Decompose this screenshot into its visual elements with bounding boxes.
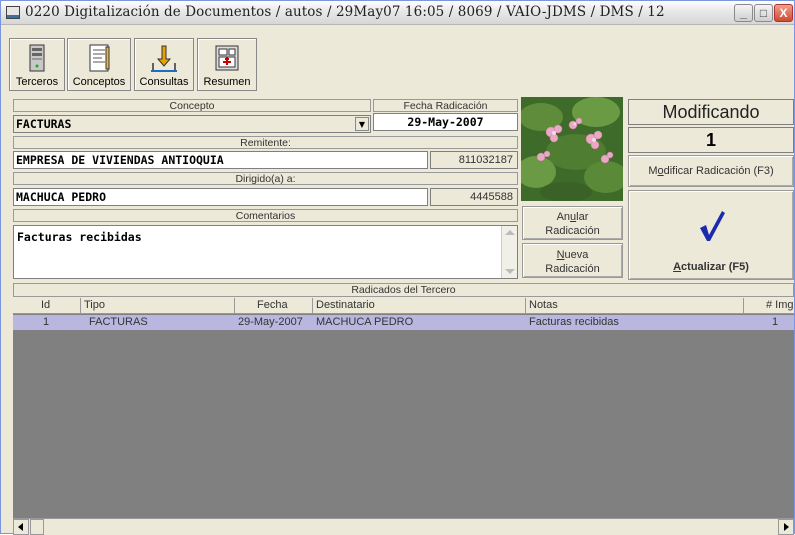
flower-image <box>521 97 623 201</box>
chevron-down-icon[interactable]: ▼ <box>355 117 369 131</box>
anular-post: lar <box>576 211 589 223</box>
anular-radicacion-button[interactable]: Anular Radicación <box>522 206 623 240</box>
concepto-select[interactable]: FACTURAS ▼ <box>13 115 371 133</box>
minimize-icon: _ <box>740 6 747 20</box>
cell-id: 1 <box>43 316 50 328</box>
anular-pre: An <box>556 211 571 223</box>
document-icon <box>89 44 110 72</box>
cell-notas: Facturas recibidas <box>529 316 619 328</box>
maximize-icon: □ <box>759 6 768 20</box>
comentarios-scrollbar[interactable] <box>501 226 517 278</box>
scroll-up-icon[interactable] <box>505 230 515 235</box>
toolbar-label-consultas: Consultas <box>139 76 189 88</box>
remitente-id: 811032187 <box>430 151 518 169</box>
actualizar-hotkey: A <box>673 261 682 273</box>
col-notas[interactable]: Notas <box>526 298 744 314</box>
window-title: 0220 Digitalización de Documentos / auto… <box>25 4 665 20</box>
close-icon: X <box>779 6 788 20</box>
modificar-radicacion-button[interactable]: Modificar Radicación (F3) <box>628 155 794 187</box>
cell-destinatario: MACHUCA PEDRO <box>316 316 414 328</box>
nueva-hotkey: N <box>556 249 565 261</box>
toolbar-label-terceros: Terceros <box>15 76 59 88</box>
radicados-grid[interactable]: Id Tipo Fecha Destinatario Notas # Img 1… <box>13 298 794 535</box>
scroll-right-icon[interactable] <box>778 519 794 535</box>
toolbar-button-conceptos[interactable]: Conceptos <box>67 38 131 91</box>
modificar-post: dificar Radicación (F3) <box>663 165 774 177</box>
table-row[interactable]: 1 FACTURAS 29-May-2007 MACHUCA PEDRO Fac… <box>13 315 794 330</box>
col-tipo[interactable]: Tipo <box>81 298 235 314</box>
anular-line2: Radicación <box>545 225 600 237</box>
scroll-left-icon[interactable] <box>13 519 29 535</box>
actualizar-button[interactable]: Actualizar (F5) <box>628 190 794 280</box>
fecha-header: Fecha Radicación <box>373 99 518 112</box>
server-icon <box>29 44 45 72</box>
main-window: 0220 Digitalización de Documentos / auto… <box>0 0 795 535</box>
remitente-header: Remitente: <box>13 136 518 149</box>
actualizar-label: Actualizar (F5) <box>629 261 793 273</box>
comentarios-value: Facturas recibidas <box>17 230 142 244</box>
status-count-value: 1 <box>705 130 716 150</box>
dirigido-id: 4445588 <box>430 188 518 206</box>
nueva-line2: Radicación <box>545 263 600 275</box>
cell-tipo: FACTURAS <box>89 316 148 328</box>
dirigido-header: Dirigido(a) a: <box>13 172 518 185</box>
col-destinatario[interactable]: Destinatario <box>313 298 526 314</box>
col-img[interactable]: # Img <box>744 298 794 314</box>
comentarios-textarea[interactable]: Facturas recibidas <box>13 225 518 279</box>
app-icon <box>6 6 20 19</box>
status-count: 1 <box>628 127 794 153</box>
toolbar-button-terceros[interactable]: Terceros <box>9 38 65 91</box>
col-fecha[interactable]: Fecha <box>235 298 313 314</box>
concepto-header: Concepto <box>13 99 371 112</box>
actualizar-post: ctualizar (F5) <box>681 261 749 273</box>
grid-header: Id Tipo Fecha Destinatario Notas # Img <box>13 298 794 314</box>
status-mode: Modificando <box>628 99 794 125</box>
nueva-post: ueva <box>564 249 589 261</box>
nueva-radicacion-button[interactable]: Nueva Radicación <box>522 243 623 278</box>
check-icon <box>700 211 725 241</box>
cell-img: 1 <box>772 316 779 328</box>
grid-title: Radicados del Tercero <box>13 283 794 297</box>
scroll-down-icon[interactable] <box>505 269 515 274</box>
comentarios-header: Comentarios <box>13 209 518 222</box>
fecha-field[interactable]: 29-May-2007 <box>373 113 518 131</box>
title-bar[interactable]: 0220 Digitalización de Documentos / auto… <box>1 1 794 25</box>
toolbar-label-conceptos: Conceptos <box>72 76 126 88</box>
toolbar-button-consultas[interactable]: Consultas <box>134 38 194 91</box>
dirigido-field[interactable]: MACHUCA PEDRO <box>13 188 428 206</box>
maximize-button[interactable]: □ <box>754 4 773 22</box>
horizontal-scrollbar[interactable] <box>13 518 794 535</box>
col-id[interactable]: Id <box>13 298 81 314</box>
inbox-icon <box>151 45 177 72</box>
close-button[interactable]: X <box>774 4 793 22</box>
remitente-field[interactable]: EMPRESA DE VIVIENDAS ANTIOQUIA <box>13 151 428 169</box>
toolbar-button-resumen[interactable]: Resumen <box>197 38 257 91</box>
minimize-button[interactable]: _ <box>734 4 753 22</box>
cell-fecha: 29-May-2007 <box>238 316 303 328</box>
scroll-thumb[interactable] <box>30 519 44 535</box>
toolbar-label-resumen: Resumen <box>203 76 251 88</box>
calculator-icon <box>215 45 239 71</box>
concepto-value: FACTURAS <box>16 117 72 131</box>
status-mode-label: Modificando <box>662 102 760 122</box>
modificar-pre: M <box>648 165 658 177</box>
